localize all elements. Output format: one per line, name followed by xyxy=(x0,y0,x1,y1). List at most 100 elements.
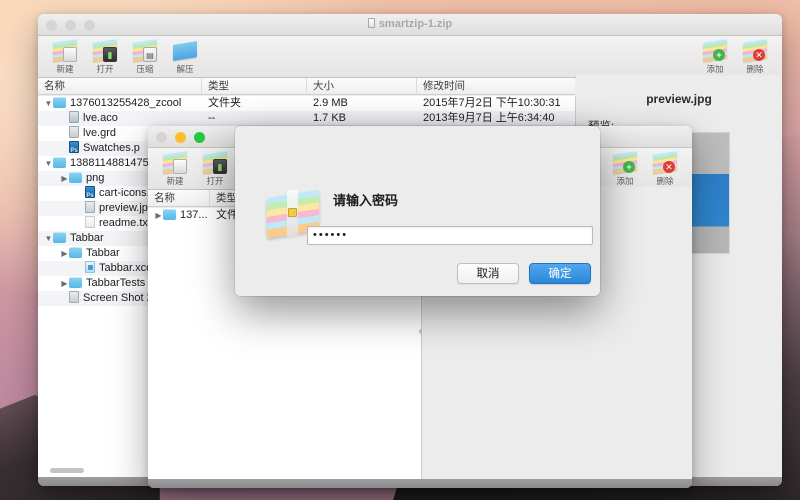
row-name-text: png xyxy=(86,172,105,184)
file-icon-aco xyxy=(69,111,79,123)
horizontal-scrollbar-thumb[interactable] xyxy=(50,468,84,473)
folder-icon xyxy=(163,209,176,220)
cell-size: 2.9 MB xyxy=(313,97,348,109)
main-toolbar[interactable]: 新建 ▮ 打开 ▤ 压缩 解压 + 添加 ✕ 删除 xyxy=(38,36,782,78)
row-name-text: cart-icons. xyxy=(99,187,150,199)
toolbar2-button-add[interactable]: + 添加 xyxy=(608,150,642,187)
cell-date: 2013年9月7日 上午6:34:40 xyxy=(423,112,555,124)
folder-icon xyxy=(69,172,82,183)
toolbar-button-open[interactable]: ▮ 打开 xyxy=(88,38,122,75)
main-window-title: smartzip-1.zip xyxy=(38,18,782,30)
file-icon-ps xyxy=(85,186,95,201)
file-icon-img xyxy=(69,291,79,303)
toolbar-button-delete[interactable]: ✕ 删除 xyxy=(738,38,772,75)
row-name-text: readme.txt xyxy=(99,217,151,229)
file-icon-img xyxy=(85,201,95,213)
column-header-type[interactable]: 类型 xyxy=(202,77,307,95)
table-row[interactable]: ▼ 1376013255428_zcool 文件夹 2.9 MB 2015年7月2日 下… xyxy=(38,96,575,111)
main-titlebar[interactable]: smartzip-1.zip xyxy=(38,14,782,36)
toolbar-button-open-label: 打开 xyxy=(96,64,114,74)
file-icon-txt xyxy=(85,216,95,228)
toolbar2-button-delete[interactable]: ✕ 删除 xyxy=(648,150,682,187)
toolbar-button-extract-label: 解压 xyxy=(176,64,194,74)
ok-button[interactable]: 确定 xyxy=(529,263,591,284)
delete-icon-2: ✕ xyxy=(652,150,678,175)
disclosure-triangle-icon[interactable]: ▼ xyxy=(44,96,53,111)
row-name-text: TabbarTests xyxy=(86,277,146,289)
toolbar-button-extract[interactable]: 解压 xyxy=(168,38,202,75)
row-name-text: lve.aco xyxy=(83,112,118,124)
disclosure-triangle-icon[interactable]: ▶ xyxy=(60,171,69,186)
folder-icon xyxy=(53,157,66,168)
preview-filename: preview.jpg xyxy=(646,92,712,106)
new-archive-icon-2 xyxy=(162,150,188,175)
desktop: smartzip-1.zip 新建 ▮ 打开 ▤ 压缩 解压 + 添加 ✕ 删除… xyxy=(0,0,800,500)
cell-name: ▶ 137... xyxy=(148,208,210,223)
column2-header-name[interactable]: 名称 xyxy=(148,189,210,207)
main-toolbar-left-group: 新建 ▮ 打开 ▤ 压缩 解压 xyxy=(48,38,202,75)
toolbar-button-new[interactable]: 新建 xyxy=(48,38,82,75)
column-header-name[interactable]: 名称 xyxy=(38,77,202,95)
folder-icon xyxy=(53,97,66,108)
password-dialog-body: 请输入密码 •••••• 取消 确定 xyxy=(235,178,600,296)
row-name-text: lve.grd xyxy=(83,127,117,139)
toolbar2-button-open-label: 打开 xyxy=(206,176,224,186)
disclosure-triangle-icon[interactable]: ▶ xyxy=(60,276,69,291)
row-name-text: Swatches.p xyxy=(83,142,140,154)
row-name-text: 1388114881475 xyxy=(70,157,149,169)
delete-icon: ✕ xyxy=(742,38,768,63)
toolbar-button-delete-label: 删除 xyxy=(746,64,764,74)
password-dialog[interactable]: 请输入密码 •••••• 取消 确定 xyxy=(235,126,600,296)
cancel-button[interactable]: 取消 xyxy=(457,263,519,284)
new-archive-icon xyxy=(52,38,78,63)
second-toolbar-right-group: + 添加 ✕ 删除 xyxy=(608,150,682,187)
disclosure-triangle-icon[interactable]: ▼ xyxy=(44,156,53,171)
toolbar2-button-new-label: 新建 xyxy=(166,176,184,186)
toolbar-button-add-label: 添加 xyxy=(706,64,724,74)
cell-name: lve.aco xyxy=(38,111,202,126)
row-name-text: 1376013255428_zcool xyxy=(70,97,182,109)
row-name-text: 137... xyxy=(180,209,208,221)
cell-size: 1.7 KB xyxy=(313,112,347,124)
file-icon-xc xyxy=(85,261,95,273)
toolbar-button-new-label: 新建 xyxy=(56,64,74,74)
toolbar2-button-add-label: 添加 xyxy=(616,176,634,186)
folder-icon xyxy=(69,277,82,288)
disclosure-triangle-icon[interactable]: ▶ xyxy=(60,246,69,261)
toolbar2-button-open[interactable]: ▮ 打开 xyxy=(198,150,232,187)
toolbar-button-compress-label: 压缩 xyxy=(136,64,154,74)
add-icon: + xyxy=(702,38,728,63)
column-header-date[interactable]: 修改时间 xyxy=(417,78,575,95)
row-name-text: Screen Shot 2 xyxy=(83,292,153,304)
second-status-bar xyxy=(148,479,692,488)
folder-icon xyxy=(53,232,66,243)
password-input[interactable]: •••••• xyxy=(307,226,593,245)
row-name-text: preview.jpg xyxy=(99,202,155,214)
cell-type: 文件夹 xyxy=(208,97,241,109)
disclosure-triangle-icon[interactable]: ▼ xyxy=(44,231,53,246)
main-column-header[interactable]: 名称 类型 大小 修改时间 xyxy=(38,77,575,95)
toolbar2-button-delete-label: 删除 xyxy=(656,176,674,186)
row-name-text: Tabbar xyxy=(86,247,120,259)
main-toolbar-right-group: + 添加 ✕ 删除 xyxy=(698,38,772,75)
extract-icon xyxy=(172,38,198,63)
toolbar2-button-new[interactable]: 新建 xyxy=(158,150,192,187)
table-row[interactable]: lve.aco -- 1.7 KB 2013年9月7日 上午6:34:40 xyxy=(38,111,575,126)
cell-date: 2015年7月2日 下午10:30:31 xyxy=(423,97,561,109)
cell-name: ▼ 1376013255428_zcool xyxy=(38,96,202,111)
disclosure-triangle-icon[interactable]: ▶ xyxy=(154,208,163,223)
document-icon xyxy=(367,18,375,28)
row-name-text: Tabbar xyxy=(70,232,104,244)
add-icon-2: + xyxy=(612,150,638,175)
folder-icon xyxy=(69,247,82,258)
cell-type: -- xyxy=(208,112,216,124)
toolbar-button-compress[interactable]: ▤ 压缩 xyxy=(128,38,162,75)
open-archive-icon-2: ▮ xyxy=(202,150,228,175)
file-icon-img xyxy=(69,126,79,138)
file-icon-ps xyxy=(69,141,79,156)
column-header-size[interactable]: 大小 xyxy=(307,77,417,95)
main-window-title-text: smartzip-1.zip xyxy=(378,18,453,30)
row-name-text: Tabbar.xco xyxy=(99,262,153,274)
compress-icon: ▤ xyxy=(132,38,158,63)
toolbar-button-add[interactable]: + 添加 xyxy=(698,38,732,75)
